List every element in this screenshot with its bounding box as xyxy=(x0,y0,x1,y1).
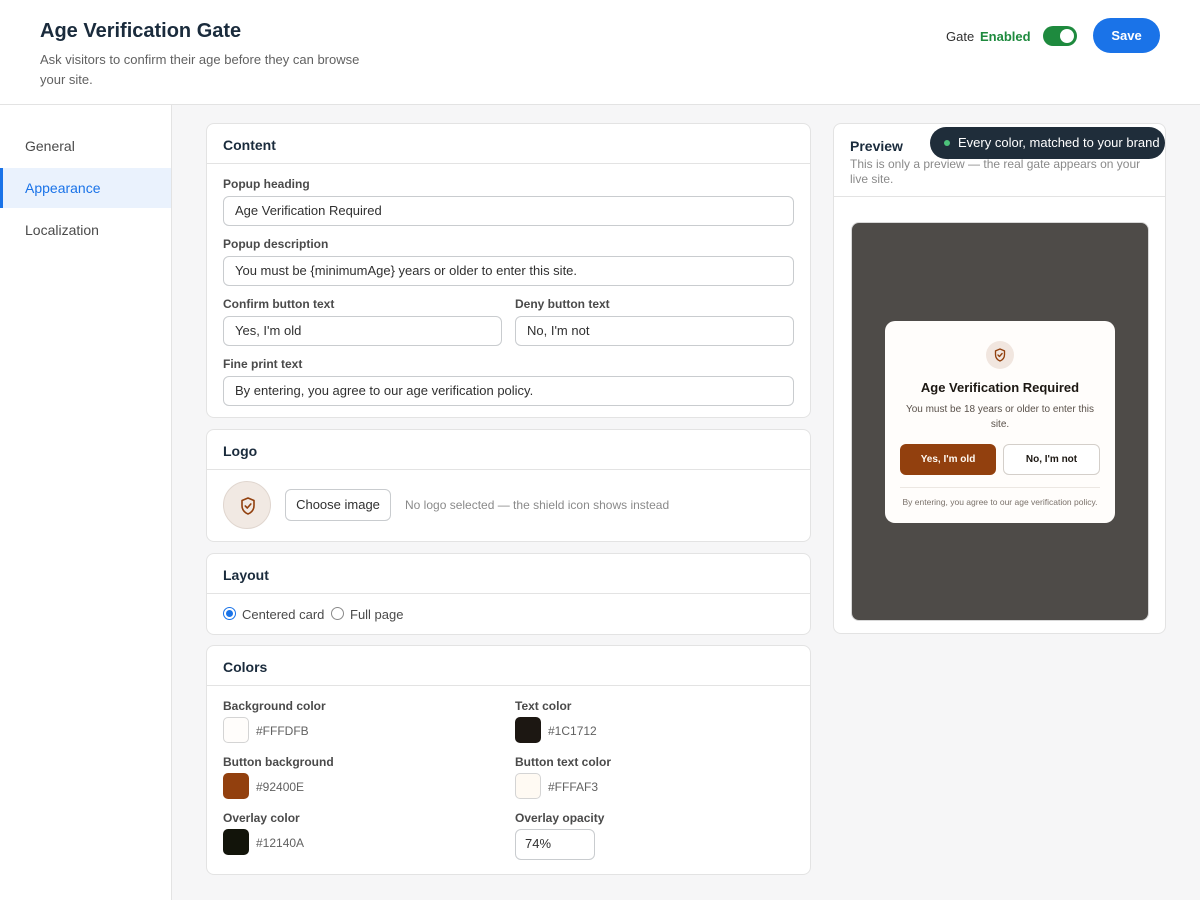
button-background-label: Button background xyxy=(223,755,334,769)
sidebar-item-general[interactable]: General xyxy=(0,126,171,166)
radio-centered-card[interactable] xyxy=(223,607,236,620)
fine-print-label: Fine print text xyxy=(223,357,303,371)
logo-preview xyxy=(223,481,271,529)
fine-print-input[interactable]: By entering, you agree to our age verifi… xyxy=(223,376,794,406)
confirm-button-text-label: Confirm button text xyxy=(223,297,335,311)
deny-button-text-input[interactable]: No, I'm not xyxy=(515,316,794,346)
preview-title: Preview xyxy=(850,138,903,154)
brand-tooltip: Every color, matched to your brand xyxy=(930,127,1165,159)
popup-description-input[interactable]: You must be {minimumAge} years or older … xyxy=(223,256,794,286)
tooltip-text: Every color, matched to your brand xyxy=(958,135,1160,150)
button-text-color-value: #FFFAF3 xyxy=(548,780,599,794)
logo-card: Logo Choose image No logo selected — the… xyxy=(206,429,811,542)
preview-overlay: Age Verification Required You must be 18… xyxy=(851,222,1149,621)
overlay-opacity-input[interactable]: 74% xyxy=(515,829,595,860)
gate-label: Gate xyxy=(946,29,975,44)
gate-text: You must be 18 years or older to enter t… xyxy=(905,404,1095,430)
background-color-swatch[interactable] xyxy=(223,717,249,743)
gate-status: Enabled xyxy=(980,29,1031,44)
shield-icon xyxy=(241,497,255,515)
overlay-color-value: #12140A xyxy=(256,836,305,850)
overlay-color-label: Overlay color xyxy=(223,811,300,825)
content-card-title: Content xyxy=(207,124,810,164)
toggle-knob xyxy=(1060,29,1074,43)
logo-hint: No logo selected — the shield icon shows… xyxy=(405,498,670,512)
text-color-swatch[interactable] xyxy=(515,717,541,743)
sidebar-item-appearance[interactable]: Appearance xyxy=(0,168,171,208)
preview-card: Preview This is only a preview — the rea… xyxy=(833,123,1166,634)
shield-icon xyxy=(994,348,1006,362)
page-title: Age Verification Gate xyxy=(40,20,242,42)
layout-card-title: Layout xyxy=(207,554,810,594)
status-dot-icon xyxy=(944,140,950,146)
gate-separator xyxy=(900,487,1100,488)
logo-card-title: Logo xyxy=(207,430,810,470)
popup-heading-label: Popup heading xyxy=(223,177,310,191)
button-background-swatch[interactable] xyxy=(223,773,249,799)
layout-card: Layout Centered card Full page xyxy=(206,553,811,635)
popup-heading-input[interactable]: Age Verification Required xyxy=(223,196,794,226)
overlay-color-swatch[interactable] xyxy=(223,829,249,855)
text-color-label: Text color xyxy=(515,699,572,713)
colors-card-title: Colors xyxy=(207,646,810,686)
button-background-value: #92400E xyxy=(256,780,305,794)
sidebar-item-localization[interactable]: Localization xyxy=(0,210,171,250)
gate-deny-button: No, I'm not xyxy=(1003,444,1100,475)
content-card: Content Popup heading Age Verification R… xyxy=(206,123,811,418)
gate-heading: Age Verification Required xyxy=(920,380,1080,395)
background-color-value: #FFFDFB xyxy=(256,724,309,738)
background-color-label: Background color xyxy=(223,699,326,713)
colors-card: Colors Background color #FFFDFB Text col… xyxy=(206,645,811,875)
page-header: Age Verification Gate Ask visitors to co… xyxy=(0,0,1200,105)
page-subtitle: Ask visitors to confirm their age before… xyxy=(40,52,360,87)
button-text-color-label: Button text color xyxy=(515,755,611,769)
sidebar: General Appearance Localization xyxy=(0,105,172,900)
radio-centered-card-label[interactable]: Centered card xyxy=(242,607,324,622)
deny-button-text-label: Deny button text xyxy=(515,297,610,311)
radio-full-page[interactable] xyxy=(331,607,344,620)
gate-confirm-button: Yes, I'm old xyxy=(900,444,996,475)
gate-fine-print: By entering, you agree to our age verifi… xyxy=(902,497,1098,507)
preview-divider xyxy=(834,196,1165,197)
text-color-value: #1C1712 xyxy=(548,724,597,738)
gate-toggle[interactable] xyxy=(1043,26,1077,46)
save-button[interactable]: Save xyxy=(1093,18,1160,53)
confirm-button-text-input[interactable]: Yes, I'm old xyxy=(223,316,502,346)
gate-logo xyxy=(986,341,1014,369)
button-text-color-swatch[interactable] xyxy=(515,773,541,799)
popup-description-label: Popup description xyxy=(223,237,329,251)
gate-popup: Age Verification Required You must be 18… xyxy=(885,321,1115,523)
overlay-opacity-label: Overlay opacity xyxy=(515,811,605,825)
preview-description: This is only a preview — the real gate a… xyxy=(850,157,1141,186)
radio-full-page-label[interactable]: Full page xyxy=(350,607,403,622)
choose-image-button[interactable]: Choose image xyxy=(285,489,391,521)
